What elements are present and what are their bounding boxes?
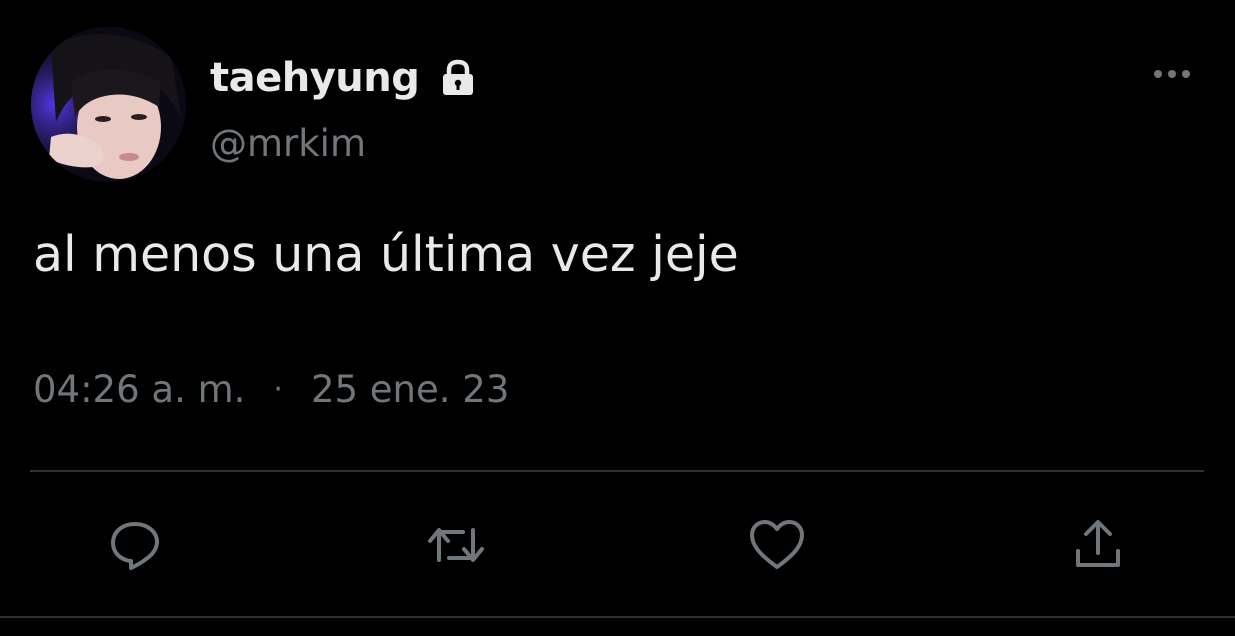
tweet-card: taehyung @mrkim al menos una última vez … — [0, 0, 1235, 636]
tweet-text: al menos una última vez jeje — [33, 226, 739, 283]
tweet-time[interactable]: 04:26 a. m. — [33, 368, 245, 411]
bottom-divider — [0, 616, 1235, 618]
avatar-image — [31, 27, 186, 182]
author-name-row: taehyung — [210, 50, 479, 106]
meta-separator: · — [273, 372, 283, 407]
reply-button[interactable] — [100, 510, 170, 580]
more-horizontal-icon — [1154, 70, 1190, 78]
author-handle[interactable]: @mrkim — [210, 122, 366, 165]
share-button[interactable] — [1063, 510, 1133, 580]
tweet-date[interactable]: 25 ene. 23 — [311, 368, 509, 411]
lock-icon — [437, 57, 479, 99]
divider — [30, 470, 1204, 472]
more-options-button[interactable] — [1148, 58, 1196, 90]
reply-icon — [111, 522, 159, 570]
display-name[interactable]: taehyung — [210, 55, 420, 101]
retweet-button[interactable] — [421, 510, 491, 580]
retweet-icon — [428, 528, 484, 562]
tweet-actions — [0, 510, 1235, 580]
share-icon — [1076, 520, 1120, 567]
avatar[interactable] — [31, 27, 186, 182]
heart-icon — [750, 520, 804, 569]
tweet-meta: 04:26 a. m. · 25 ene. 23 — [33, 368, 509, 411]
like-button[interactable] — [742, 510, 812, 580]
